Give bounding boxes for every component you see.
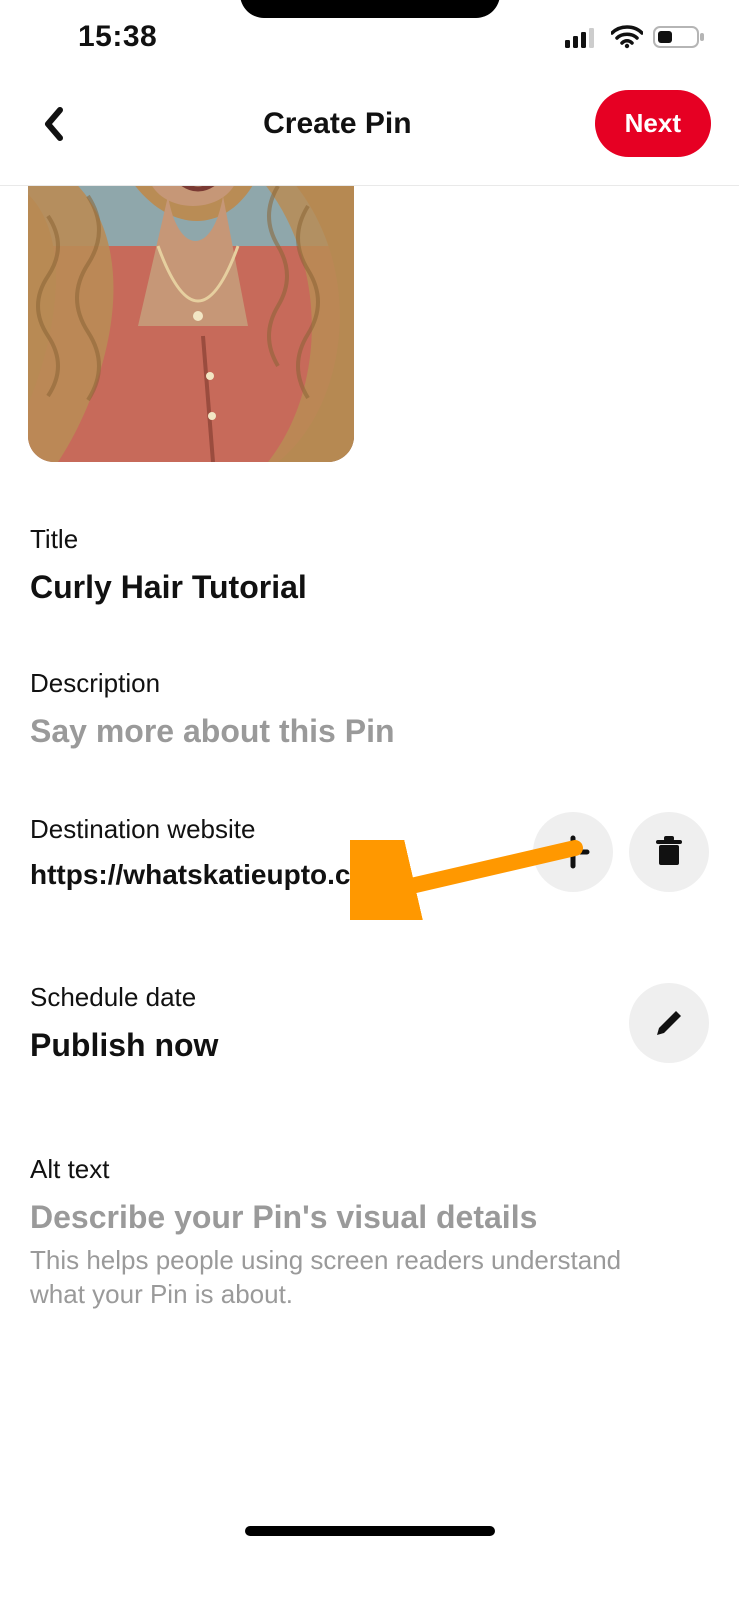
destination-url-input[interactable]: https://whatskatieupto.com/ [30,859,513,891]
schedule-section: Schedule date Publish now [30,982,709,1064]
description-section: Description Say more about this Pin [30,668,709,750]
schedule-value[interactable]: Publish now [30,1027,629,1064]
title-label: Title [30,524,709,555]
app-header: Create Pin Next [0,70,739,186]
destination-label: Destination website [30,814,513,845]
back-button[interactable] [28,98,80,150]
bottom-fade [0,1400,739,1600]
alttext-label: Alt text [30,1154,709,1185]
cellular-icon [565,26,601,48]
plus-icon [555,834,591,870]
battery-icon [653,25,705,49]
page-title: Create Pin [263,107,411,141]
chevron-left-icon [42,106,66,142]
wifi-icon [611,25,643,49]
alttext-section: Alt text Describe your Pin's visual deta… [30,1154,709,1312]
device-notch [240,0,500,18]
title-input[interactable]: Curly Hair Tutorial [30,569,709,606]
status-time: 15:38 [34,20,157,54]
alttext-help: This helps people using screen readers u… [30,1244,630,1312]
schedule-label: Schedule date [30,982,629,1013]
alttext-input[interactable]: Describe your Pin's visual details [30,1199,709,1236]
delete-link-button[interactable] [629,812,709,892]
destination-section: Destination website https://whatskatieup… [30,812,709,892]
home-indicator [245,1526,495,1536]
pin-image-preview[interactable] [28,186,354,462]
pin-thumbnail-illustration [28,186,354,462]
status-icons [565,25,705,49]
description-label: Description [30,668,709,699]
next-button[interactable]: Next [595,90,711,157]
edit-schedule-button[interactable] [629,983,709,1063]
pencil-icon [654,1008,684,1038]
add-link-button[interactable] [533,812,613,892]
trash-icon [653,835,685,869]
description-input[interactable]: Say more about this Pin [30,713,709,750]
title-section: Title Curly Hair Tutorial [30,524,709,606]
